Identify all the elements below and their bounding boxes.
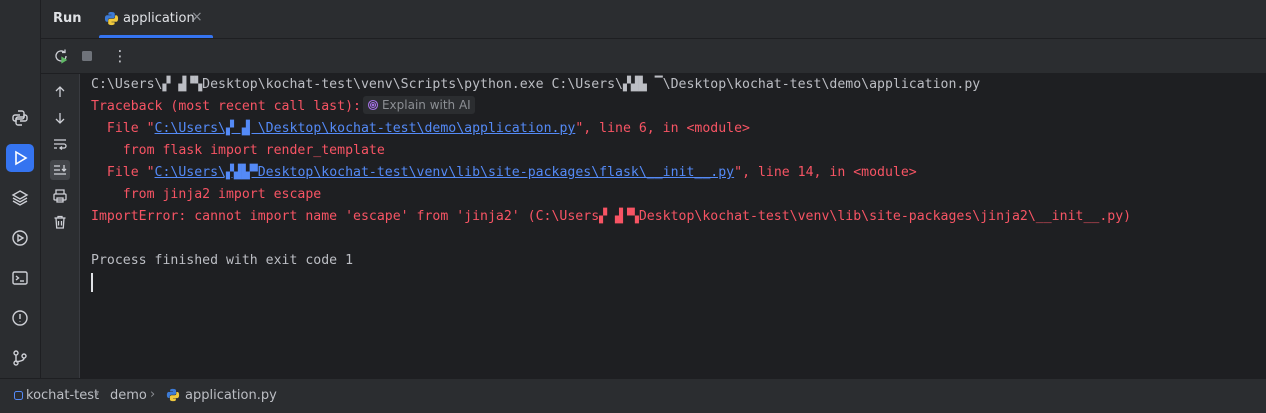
more-options-icon[interactable]: ⋮ [110,46,130,66]
console-output[interactable]: C:\Users\▞ ▟▝▚Desktop\kochat-test\venv\S… [80,74,1266,378]
file-prefix: File " [91,121,155,136]
tab-application[interactable]: application × [99,0,213,38]
terminal-icon[interactable] [6,264,34,292]
breadcrumb-folder[interactable]: demo [110,388,147,403]
run-window-title: Run [53,11,82,26]
print-icon[interactable] [50,186,70,206]
layers-icon[interactable] [6,184,34,212]
chevron-right-icon: › [94,387,100,402]
status-bar: kochat-test › demo › application.py [0,378,1266,413]
trash-icon[interactable] [50,212,70,232]
traceback-code-line: from flask import render_template [91,143,385,158]
stop-icon[interactable] [77,46,97,66]
explain-with-ai-label: Explain with AI [381,98,471,112]
breadcrumb-file[interactable]: application.py [185,388,277,403]
tab-close-icon[interactable]: × [191,9,203,25]
traceback-text: Traceback (most recent call last): [91,99,361,114]
ai-swirl-icon [367,99,379,111]
run-toolbar: ⋮ [41,39,1266,74]
console-side-tools [41,74,80,378]
tab-active-indicator [99,35,213,38]
rerun-icon[interactable] [51,46,71,66]
activity-bar [0,0,41,378]
explain-with-ai-button[interactable]: Explain with AI [362,96,475,114]
run-tab-bar: Run application × [41,0,1266,39]
exit-code-line: Process finished with exit code 1 [91,253,354,268]
down-arrow-icon[interactable] [50,108,70,128]
traceback-file-line: File "C:\Users\▞ ▟ \Desktop\kochat-test\… [91,118,750,140]
file-suffix: ", line 14, in <module> [734,165,917,180]
chevron-right-icon: › [150,387,156,402]
tab-label: application [123,11,195,26]
traceback-line: Traceback (most recent call last): Explai… [91,96,475,118]
scroll-to-end-icon[interactable] [50,160,70,180]
run-icon[interactable] [6,144,34,172]
breadcrumb-project[interactable]: kochat-test [26,388,99,403]
up-arrow-icon[interactable] [50,82,70,102]
file-prefix: File " [91,165,155,180]
traceback-file-line: File "C:\Users\▞▟▙▀Desktop\kochat-test\v… [91,162,917,184]
project-square-icon [14,391,23,400]
python-file-icon [104,11,119,26]
import-error-line: ImportError: cannot import name 'escape'… [91,209,1132,224]
file-link[interactable]: C:\Users\▞ ▟ \Desktop\kochat-test\demo\a… [155,121,576,136]
git-icon[interactable] [6,344,34,372]
file-link[interactable]: C:\Users\▞▟▙▀Desktop\kochat-test\venv\li… [155,165,735,180]
file-suffix: ", line 6, in <module> [575,121,750,136]
traceback-code-line: from jinja2 import escape [91,187,322,202]
services-icon[interactable] [6,224,34,252]
command-line: C:\Users\▞ ▟▝▚Desktop\kochat-test\venv\S… [91,77,981,92]
soft-wrap-icon[interactable] [50,134,70,154]
python-packages-icon[interactable] [6,104,34,132]
problems-icon[interactable] [6,304,34,332]
text-cursor [91,273,93,292]
python-file-icon [166,388,180,402]
